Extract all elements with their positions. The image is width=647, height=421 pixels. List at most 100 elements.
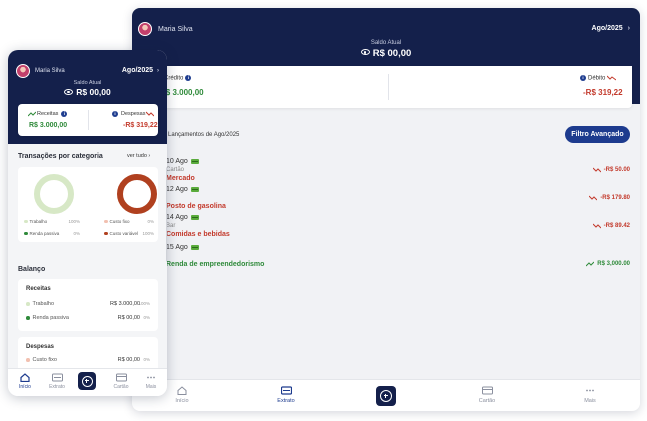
transaction-row[interactable]: 14 Ago Bar Comidas e bebidas -R$ 89.42 (166, 214, 636, 242)
transaction-day: 15 Ago (166, 244, 188, 251)
advanced-filter-button[interactable]: Filtro Avançado (565, 126, 630, 143)
trend-down-icon (146, 111, 155, 117)
legend-dot (26, 316, 30, 320)
statement-icon (51, 373, 63, 382)
nav-more[interactable]: Mais (560, 386, 620, 404)
trend-down-icon (592, 167, 601, 173)
trend-up-icon (28, 111, 36, 117)
nav-more[interactable]: Mais (137, 373, 165, 390)
stage: Maria Silva Ago/2025 › Saldo Atual R$ 00… (0, 0, 647, 421)
legend-dot (26, 358, 30, 362)
plus-icon (81, 375, 93, 387)
info-icon[interactable]: i (580, 75, 586, 81)
add-button[interactable] (78, 372, 96, 390)
summary-card: Crédito i R$ 3.000,00 i Débito -R$ 319,22 (132, 66, 632, 108)
expense-donut-segment-variavel (117, 174, 157, 214)
card-icon (190, 159, 199, 164)
user-profile[interactable]: Maria Silva (138, 22, 193, 36)
balance-section-title: Balanço (18, 266, 46, 273)
scrollbar[interactable] (166, 167, 167, 262)
tablet-bottom-nav: Início Extrato Cartão Mais (132, 379, 640, 411)
home-icon (177, 386, 187, 395)
nav-card[interactable]: Cartão (107, 373, 135, 390)
transaction-amount: R$ 3,000.00 (597, 261, 630, 267)
divider (88, 110, 89, 130)
user-profile[interactable]: Maria Silva (16, 64, 65, 78)
transaction-day: 14 Ago (166, 214, 188, 221)
month-selector[interactable]: Ago/2025 › (592, 25, 630, 32)
info-icon[interactable]: i (61, 111, 68, 117)
debit-label: i Débito (578, 75, 617, 82)
card-title: Receitas (26, 286, 51, 292)
card-title: Despesas (26, 344, 55, 350)
legend-dot (104, 219, 108, 224)
transaction-desc: Comidas e bebidas (166, 231, 230, 238)
see-all-link[interactable]: ver tudo › (127, 153, 150, 159)
expense-donut[interactable] (116, 173, 158, 215)
phone-screen: Maria Silva Ago/2025 › Saldo Atual R$ 00… (8, 50, 167, 396)
legend-dot (24, 219, 28, 224)
transaction-amount: -R$ 50.00 (603, 167, 630, 173)
trend-down-icon (592, 223, 601, 229)
divider (388, 74, 389, 100)
transaction-row[interactable]: 10 Ago Cartão Mercado -R$ 50.00 (166, 158, 636, 186)
info-icon[interactable]: i (112, 111, 118, 117)
expense-value: -R$ 319,22 (123, 122, 158, 129)
eye-icon[interactable] (64, 88, 74, 95)
month-selector[interactable]: Ago/2025 › (122, 67, 159, 74)
user-name: Maria Silva (35, 68, 65, 74)
nav-home[interactable]: Início (11, 373, 39, 390)
legend-item: Custo variável 100% (104, 231, 154, 236)
nav-card[interactable]: Cartão (457, 386, 517, 404)
avatar[interactable] (138, 22, 152, 36)
phone-bottom-nav: Início Extrato Cartão Mais (8, 368, 167, 396)
legend-dot (24, 231, 28, 236)
balance-label: Saldo Atual (370, 40, 402, 46)
card-icon (115, 373, 127, 382)
home-icon (20, 373, 30, 382)
debit-value: -R$ 319,22 (583, 88, 623, 97)
balance-value[interactable]: R$ 00,00 (132, 48, 640, 59)
tablet-screen: Maria Silva Ago/2025 › Saldo Atual R$ 00… (132, 8, 640, 411)
credit-label: Crédito i (164, 75, 193, 82)
category-chart-card: Trabalho 100% Renda passiva 0% Custo fix… (18, 167, 158, 242)
plus-icon (380, 390, 392, 402)
income-value: R$ 3.000,00 (29, 122, 68, 129)
card-icon (190, 215, 199, 220)
income-label: Receitas i (28, 111, 69, 117)
transaction-row[interactable]: 12 Ago Posto de gasolina -R$ 179.80 (166, 186, 636, 214)
transaction-sub: Cartão (166, 167, 185, 173)
income-donut-segment-trabalho (34, 174, 74, 214)
transaction-desc: Posto de gasolina (166, 203, 226, 210)
add-button[interactable] (376, 386, 396, 406)
chevron-right-icon: › (148, 153, 151, 159)
transaction-desc: Renda de empreendedorismo (166, 261, 265, 268)
transaction-amount: -R$ 89.42 (603, 223, 630, 229)
nav-statement[interactable]: Extrato (43, 373, 71, 390)
legend-dot (26, 302, 30, 306)
transaction-sub: Bar (166, 223, 176, 229)
balance-value[interactable]: R$ 00,00 (8, 87, 167, 97)
transaction-day: 12 Ago (166, 186, 188, 193)
transaction-day: 10 Ago (166, 158, 188, 165)
income-donut[interactable] (33, 173, 75, 215)
more-icon (586, 389, 594, 392)
trend-down-icon (589, 195, 598, 201)
card-icon (481, 386, 493, 395)
transactions-title: Lançamentos de Ago/2025 (168, 132, 240, 138)
transaction-row[interactable]: 15 Ago Renda de empreendedorismo R$ 3,00… (166, 244, 636, 272)
trend-down-icon (606, 75, 617, 81)
info-icon[interactable]: i (185, 75, 192, 81)
transaction-amount: -R$ 179.80 (600, 195, 630, 201)
eye-icon[interactable] (360, 49, 370, 56)
trend-up-icon (586, 261, 595, 267)
transaction-desc: Mercado (166, 175, 195, 182)
category-section-title: Transações por categoria (18, 153, 103, 160)
legend-item: Trabalho 100% (24, 219, 80, 224)
chevron-right-icon: › (157, 67, 159, 74)
avatar[interactable] (16, 64, 30, 78)
statement-icon (280, 386, 292, 395)
nav-statement[interactable]: Extrato (256, 386, 316, 404)
expense-label: i Despesas (110, 111, 155, 117)
legend-dot (104, 231, 108, 236)
